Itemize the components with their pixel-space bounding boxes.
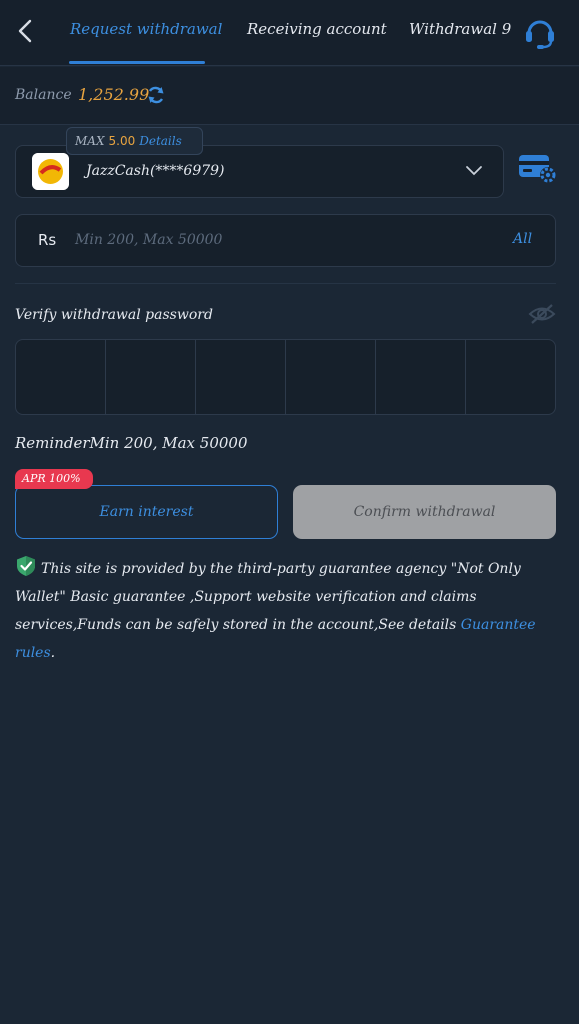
amount-placeholder: Min 200, Max 50000 (75, 232, 223, 248)
currency-label: Rs (38, 231, 57, 249)
password-digit-box[interactable] (106, 340, 196, 414)
balance-bar: Balance 1,252.99 (0, 67, 579, 125)
active-tab-indicator (69, 61, 205, 64)
reminder-text: ReminderMin 200, Max 50000 (15, 434, 248, 452)
apr-badge: APR 100% (15, 469, 93, 489)
balance-value: 1,252.99 (78, 85, 150, 104)
max-label: MAX (75, 134, 105, 148)
divider (15, 283, 556, 284)
card-settings-icon[interactable] (518, 153, 558, 185)
password-digit-box[interactable] (286, 340, 376, 414)
max-fee-tag: MAX 5.00 Details (66, 127, 203, 155)
balance-label: Balance (15, 87, 72, 103)
password-code-input[interactable] (15, 339, 556, 415)
notice-text: This site is provided by the third-party… (15, 561, 521, 633)
password-digit-box[interactable] (376, 340, 466, 414)
headset-icon[interactable] (522, 14, 558, 50)
notice-end: . (50, 645, 56, 661)
max-value: 5.00 (108, 134, 136, 148)
password-label: Verify withdrawal password (15, 307, 213, 323)
all-button[interactable]: All (513, 231, 532, 247)
password-digit-box[interactable] (466, 340, 555, 414)
eye-off-icon[interactable] (528, 302, 556, 326)
tab-withdrawal-records[interactable]: Withdrawal 9 (409, 20, 511, 38)
details-link[interactable]: Details (139, 134, 182, 148)
top-nav: Request withdrawal Receiving account Wit… (0, 0, 579, 66)
back-chevron-icon[interactable] (14, 18, 38, 44)
shield-check-icon (17, 556, 35, 576)
password-digit-box[interactable] (16, 340, 106, 414)
jazzcash-logo-icon (32, 153, 69, 190)
earn-interest-button[interactable]: Earn interest (15, 485, 278, 539)
refresh-icon[interactable] (146, 85, 166, 105)
password-digit-box[interactable] (196, 340, 286, 414)
chevron-down-icon (466, 166, 482, 176)
confirm-withdrawal-button[interactable]: Confirm withdrawal (293, 485, 556, 539)
tab-receiving-account[interactable]: Receiving account (247, 20, 387, 38)
tab-request-withdrawal[interactable]: Request withdrawal (70, 20, 222, 38)
amount-input[interactable]: Rs Min 200, Max 50000 All (15, 214, 556, 267)
account-name: JazzCash(****6979) (86, 163, 225, 179)
guarantee-notice: This site is provided by the third-party… (15, 555, 560, 667)
